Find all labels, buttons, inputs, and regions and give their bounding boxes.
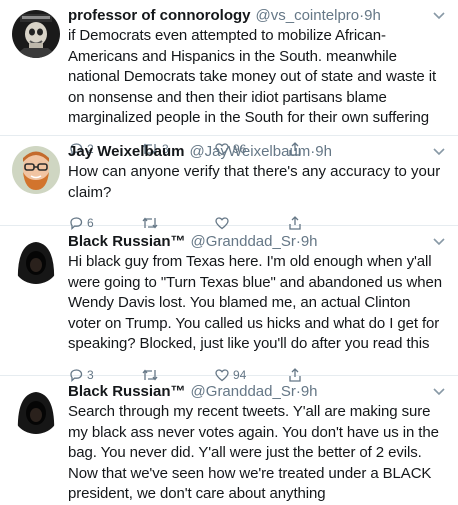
- tweet-feed: professor of connorology @vs_cointelpro …: [0, 0, 458, 502]
- user-handle[interactable]: @Granddad_Sr: [191, 232, 296, 252]
- user-handle[interactable]: @Granddad_Sr: [191, 382, 296, 402]
- tweet-text: Search through my recent tweets. Y'all a…: [68, 403, 439, 502]
- tweet-text: Hi black guy from Texas here. I'm old en…: [68, 253, 442, 352]
- chevron-down-icon[interactable]: [430, 383, 448, 401]
- display-name[interactable]: Black Russian™: [68, 382, 186, 402]
- avatar[interactable]: [12, 10, 60, 58]
- user-handle[interactable]: @JayWeixelbaum: [189, 142, 310, 162]
- hooded-figure-icon: [12, 236, 60, 284]
- tweet-header: Black Russian™ @Granddad_Sr · 9h: [68, 382, 448, 402]
- chevron-down-icon[interactable]: [430, 233, 448, 251]
- avatar[interactable]: [12, 146, 60, 194]
- tweet-header: Black Russian™ @Granddad_Sr · 9h: [68, 232, 448, 252]
- tweet-text: if Democrats even attempted to mobilize …: [68, 27, 437, 126]
- tweet[interactable]: Jay Weixelbaum @JayWeixelbaum · 9h How c…: [0, 136, 458, 230]
- tweet-header: Jay Weixelbaum @JayWeixelbaum · 9h: [68, 142, 448, 162]
- user-handle[interactable]: @vs_cointelpro: [256, 6, 360, 26]
- tweet-text: How can anyone verify that there's any a…: [68, 163, 441, 201]
- skull-portrait-icon: [12, 10, 60, 58]
- tweet-header: professor of connorology @vs_cointelpro …: [68, 6, 448, 26]
- display-name[interactable]: Black Russian™: [68, 232, 186, 252]
- bearded-man-glasses-icon: [12, 146, 60, 194]
- avatar[interactable]: [12, 386, 60, 434]
- avatar[interactable]: [12, 236, 60, 284]
- timestamp[interactable]: 9h: [301, 232, 318, 252]
- tweet[interactable]: Black Russian™ @Granddad_Sr · 9h Search …: [0, 376, 458, 502]
- timestamp[interactable]: 9h: [301, 382, 318, 402]
- hooded-figure-icon: [12, 386, 60, 434]
- chevron-down-icon[interactable]: [430, 7, 448, 25]
- tweet[interactable]: professor of connorology @vs_cointelpro …: [0, 0, 458, 156]
- tweet[interactable]: Black Russian™ @Granddad_Sr · 9h Hi blac…: [0, 226, 458, 382]
- display-name[interactable]: Jay Weixelbaum: [68, 142, 184, 162]
- timestamp[interactable]: 9h: [315, 142, 332, 162]
- display-name[interactable]: professor of connorology: [68, 6, 251, 26]
- chevron-down-icon[interactable]: [430, 143, 448, 161]
- timestamp[interactable]: 9h: [364, 6, 381, 26]
